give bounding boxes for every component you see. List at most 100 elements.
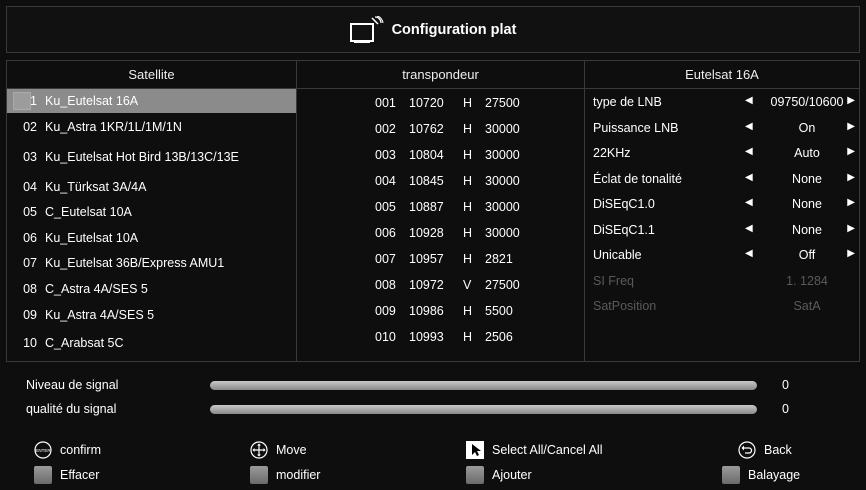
transponder-row[interactable]: 008 10972 V 27500 [297,278,584,296]
transponder-list[interactable]: 001 10720 H 27500 002 10762 H 30000 003 10804 H 300… [297,89,584,361]
config-row: SatPosition SatA [585,294,859,318]
transponder-row[interactable]: 002 10762 H 30000 [297,122,584,140]
transponder-row[interactable]: 007 10957 H 2821 [297,252,584,270]
grey-key-icon [250,466,268,484]
satellite-name: Ku_Eutelsat Hot Bird 13B/13C/13E [45,149,239,164]
transponder-freq: 10928 [409,226,444,240]
transponder-sr: 30000 [485,200,520,214]
left-arrow-icon[interactable]: ◀ [745,121,753,132]
config-row[interactable]: Unicable ◀ Off ▶ [585,243,859,267]
transponder-row[interactable]: 010 10993 H 2506 [297,330,584,348]
config-row[interactable]: DiSEqC1.1 ◀ None ▶ [585,218,859,242]
config-label: DiSEqC1.1 [593,222,655,237]
satellite-list[interactable]: 01Ku_Eutelsat 16A 02 Ku_Astra 1KR/1L/1M/1N… [7,89,296,361]
transponder-row[interactable]: 009 10986 H 5500 [297,304,584,322]
right-arrow-icon[interactable]: ▶ [847,121,855,132]
transponder-freq: 10993 [409,330,444,344]
effacer-label: Effacer [60,468,100,482]
right-arrow-icon[interactable]: ▶ [847,146,855,157]
back-hint[interactable]: Back [738,441,792,459]
satellite-row[interactable]: 01Ku_Eutelsat 16A [7,89,296,113]
modifier-button[interactable]: modifier [250,466,320,484]
config-value: Auto [794,146,820,160]
left-arrow-icon[interactable]: ◀ [745,172,753,183]
confirm-hint[interactable]: ENTER confirm [34,441,101,459]
satellite-row[interactable]: 08 C_Astra 4A/SES 5 [7,277,296,301]
config-label: type de LNB [593,95,662,109]
left-arrow-icon[interactable]: ◀ [745,146,753,157]
right-arrow-icon[interactable]: ▶ [847,95,855,106]
transponder-pol: V [463,278,472,292]
right-arrow-icon[interactable]: ▶ [847,248,855,259]
satellite-row[interactable]: 02 Ku_Astra 1KR/1L/1M/1N [7,115,296,139]
transponder-idx: 005 [375,200,396,214]
checkbox[interactable] [13,92,31,110]
transponder-row[interactable]: 005 10887 H 30000 [297,200,584,218]
transponder-sr: 30000 [485,148,520,162]
left-arrow-icon[interactable]: ◀ [745,95,753,106]
satellite-row[interactable]: 05 C_Eutelsat 10A [7,200,296,224]
satellite-number: 10 [23,336,37,350]
transponder-sr: 30000 [485,226,520,240]
effacer-button[interactable]: Effacer [34,466,99,484]
transponder-row[interactable]: 001 10720 H 27500 [297,96,584,114]
select-all-hint[interactable]: Select All/Cancel All [466,441,602,459]
transponder-column: transpondeur 001 10720 H 27500 002 10762 H 3000… [297,61,585,361]
transponder-row[interactable]: 003 10804 H 30000 [297,148,584,166]
config-heading: Eutelsat 16A [585,61,859,89]
config-label: DiSEqC1.0 [593,197,655,211]
satellite-row[interactable]: 07 Ku_Eutelsat 36B/Express AMU1 [7,251,296,275]
config-value: 1. 1284 [786,273,828,288]
config-value: Off [798,248,816,262]
config-row[interactable]: 22KHz ◀ Auto ▶ [585,141,859,165]
config-value: None [792,197,822,211]
left-arrow-icon[interactable]: ◀ [745,197,753,208]
transponder-row[interactable]: 004 10845 H 30000 [297,174,584,192]
transponder-sr: 30000 [485,174,520,188]
satellite-name: C_Arabsat 5C [45,335,124,350]
signal-quality-label: qualité du signal [26,402,117,416]
title-bar: Configuration plat [6,6,860,53]
transponder-freq: 10972 [409,278,444,292]
transponder-idx: 006 [375,226,396,240]
transponder-row[interactable]: 006 10928 H 30000 [297,226,584,244]
balayage-button[interactable]: Balayage [722,466,800,484]
satellite-name: C_Astra 4A/SES 5 [45,281,148,296]
config-value: None [792,222,822,237]
transponder-pol: H [463,96,473,110]
satellite-row[interactable]: 03 Ku_Eutelsat Hot Bird 13B/13C/13E [7,140,296,174]
ajouter-button[interactable]: Ajouter [466,466,532,484]
transponder-freq: 10957 [409,252,444,266]
transponder-pol: H [463,304,473,318]
move-label: Move [276,443,307,457]
satellite-name: Ku_Türksat 3A/4A [45,179,147,194]
config-value: None [792,171,822,186]
config-row[interactable]: type de LNB ◀ 09750/10600 ▶ [585,90,859,114]
confirm-label: confirm [60,443,101,457]
satellite-name: Ku_Eutelsat 10A [45,230,139,245]
satellite-number: 08 [23,282,37,296]
satellite-row[interactable]: 10 C_Arabsat 5C [7,331,296,355]
transponder-pol: H [463,148,473,162]
modifier-label: modifier [276,468,321,482]
satellite-row[interactable]: 04 Ku_Türksat 3A/4A [7,175,296,199]
transponder-idx: 007 [375,252,396,266]
config-row[interactable]: DiSEqC1.0 ◀ None ▶ [585,192,859,216]
move-hint[interactable]: Move [250,441,307,459]
config-row[interactable]: Éclat de tonalité ◀ None ▶ [585,167,859,191]
right-arrow-icon[interactable]: ▶ [847,223,855,234]
right-arrow-icon[interactable]: ▶ [847,172,855,183]
satellite-row[interactable]: 09 Ku_Astra 4A/SES 5 [7,303,296,327]
config-row[interactable]: Puissance LNB ◀ On ▶ [585,116,859,140]
signal-level-value: 0 [782,378,789,392]
main-panel: Satellite 01Ku_Eutelsat 16A 02 Ku_Astra 1K… [6,60,860,362]
satellite-name: C_Eutelsat 10A [45,204,132,219]
right-arrow-icon[interactable]: ▶ [847,197,855,208]
transponder-sr: 2506 [485,330,513,344]
satellite-row[interactable]: 06 Ku_Eutelsat 10A [7,226,296,250]
signal-level-bar [210,381,757,390]
left-arrow-icon[interactable]: ◀ [745,248,753,259]
transponder-sr: 5500 [485,304,513,318]
left-arrow-icon[interactable]: ◀ [745,223,753,234]
transponder-sr: 27500 [485,96,520,110]
